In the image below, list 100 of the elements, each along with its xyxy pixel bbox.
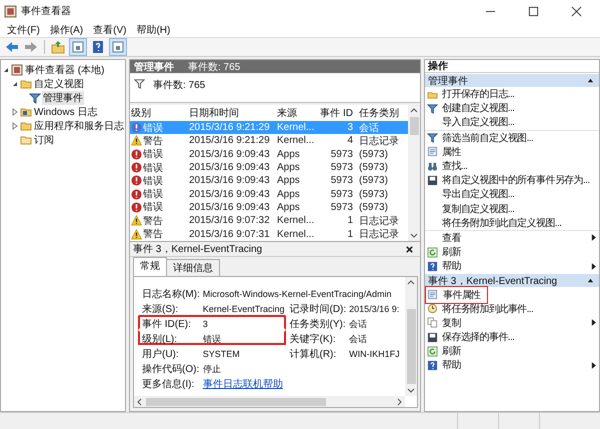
action-item[interactable]: 查看 <box>440 230 591 246</box>
section-header[interactable]: 事件 3，Kernel-EventTracing <box>425 274 599 288</box>
table-cell-text: 日志记录 <box>358 214 400 228</box>
tree-item[interactable]: 事件查看器 (本地) <box>24 63 106 77</box>
section-title: 事件 3，Kernel-EventTracing <box>428 274 558 288</box>
table-cell-text: 日志记录 <box>358 134 400 148</box>
collapsed-arrow-icon[interactable] <box>11 122 19 130</box>
back-arrow-icon[interactable] <box>4 39 20 55</box>
action-item[interactable]: 刷新 <box>440 244 596 260</box>
scroll-thumb[interactable] <box>146 398 326 406</box>
table-cell-text: (5973) <box>358 188 389 200</box>
action-item[interactable]: 帮助 <box>440 258 591 274</box>
scroll-thumb[interactable] <box>410 117 418 135</box>
close-icon[interactable] <box>571 6 582 16</box>
table-cell-text: 5973 <box>330 162 354 174</box>
action-item[interactable]: 将自定义视图中的所有事件另存为... <box>440 172 596 188</box>
scrollbar[interactable] <box>405 277 417 396</box>
action-item[interactable]: 创建自定义视图... <box>440 100 596 116</box>
tree-item[interactable]: Windows 日志 <box>33 105 98 119</box>
table-cell-text: Apps <box>276 175 301 186</box>
event-row[interactable]: 警告 2015/3/16 9:21:29 Kernel... 4 日志记录 <box>130 134 408 148</box>
menu-item[interactable]: 查看(V) <box>88 22 132 36</box>
action-item[interactable]: 事件属性 <box>425 286 488 304</box>
event-row[interactable]: 错误 2015/3/16 9:09:43 Apps 5973 (5973) <box>130 174 408 188</box>
column-header[interactable]: 事件 ID <box>316 106 356 120</box>
scroll-thumb[interactable] <box>406 309 416 384</box>
action-item[interactable]: 将任务附加到此自定义视图... <box>440 214 596 231</box>
expanded-arrow-icon[interactable] <box>2 66 10 74</box>
event-viewer-icon <box>4 4 17 18</box>
folder-icon <box>20 120 32 132</box>
action-item[interactable]: 导入自定义视图... <box>440 114 596 130</box>
tree-item[interactable]: 自定义视图 <box>33 77 85 91</box>
column-header[interactable]: 来源 <box>274 106 316 120</box>
refresh-icon <box>427 346 438 357</box>
field-label: 操作代码(O): <box>142 363 200 376</box>
collapsed-arrow-icon[interactable] <box>11 108 19 116</box>
scrollbar[interactable] <box>408 105 420 241</box>
event-row[interactable]: 错误 2015/3/16 9:09:43 Apps 5973 (5973) <box>130 187 408 201</box>
forward-arrow-icon[interactable] <box>23 39 39 55</box>
event-row[interactable]: 错误 2015/3/16 9:09:43 Apps 5973 (5973) <box>130 160 408 174</box>
tree-item[interactable]: 应用程序和服务日志 <box>33 119 125 133</box>
maximize-icon[interactable] <box>528 6 539 16</box>
action-item[interactable]: 属性 <box>440 144 596 160</box>
folder-up-icon[interactable] <box>50 39 66 55</box>
field-value: 2015/3/16 9: <box>349 304 400 314</box>
action-item[interactable]: 导出自定义视图... <box>440 186 596 202</box>
help-link[interactable]: 事件日志联机帮助 <box>202 377 286 391</box>
tab[interactable]: 详细信息 <box>166 259 220 276</box>
event-row[interactable]: 错误 2015/3/16 9:09:43 Apps 5973 (5973) <box>130 200 408 214</box>
table-cell-text: 5973 <box>330 202 354 213</box>
table-cell-text: 2015/3/16 9:07:31 <box>188 228 271 240</box>
table-cell-text: 5973 <box>330 188 354 200</box>
horizontal-scrollbar[interactable] <box>134 396 405 407</box>
tree-item[interactable]: 管理事件 <box>42 91 84 105</box>
action-item[interactable]: 刷新 <box>440 343 596 360</box>
menu-item[interactable]: 操作(A) <box>44 22 88 36</box>
event-count: 事件数: 765 <box>153 78 206 92</box>
action-item[interactable]: 查找... <box>440 158 596 174</box>
pane-view-icon[interactable] <box>109 38 127 56</box>
pane-view-icon[interactable] <box>69 38 87 56</box>
table-cell-text: 3 <box>346 122 354 134</box>
warning-icon <box>131 215 142 226</box>
tab[interactable]: 常规 <box>133 257 167 276</box>
collapse-arrow-icon[interactable] <box>587 77 594 84</box>
action-item[interactable]: 打开保存的日志... <box>440 86 596 102</box>
table-cell-text: 错误 <box>143 188 163 202</box>
column-header[interactable]: 任务类别 <box>356 106 406 120</box>
column-header[interactable]: 日期和时间 <box>186 106 274 120</box>
table-cell-text: 错误 <box>143 122 163 135</box>
field-value: Microsoft-Windows-Kernel-EventTracing/Admin <box>202 289 393 299</box>
event-row[interactable]: 警告 2015/3/16 9:07:31 Kernel... 1 日志记录 <box>130 227 408 241</box>
table-cell-text: Apps <box>276 202 301 213</box>
action-item[interactable]: 复制自定义视图... <box>440 200 596 217</box>
field-label: 用户(U): <box>142 348 180 361</box>
section-header[interactable]: 管理事件 <box>425 74 599 87</box>
table-cell-text: 会话 <box>358 122 380 135</box>
table-cell-text: 错误 <box>143 174 163 188</box>
tree-item[interactable]: 订阅 <box>33 133 55 147</box>
menu-item[interactable]: 帮助(H) <box>131 22 176 36</box>
column-header[interactable]: 级别 <box>130 106 186 120</box>
field-value: SYSTEM <box>202 349 241 359</box>
help-icon[interactable] <box>90 39 106 55</box>
expanded-arrow-icon[interactable] <box>11 80 19 88</box>
menu-item[interactable]: 文件(F) <box>2 22 45 36</box>
event-row[interactable]: 警告 2015/3/16 9:07:32 Kernel... 1 日志记录 <box>130 214 408 228</box>
field-label: 日志名称(M): <box>142 288 200 301</box>
action-item[interactable]: 复制 <box>440 314 591 331</box>
collapse-arrow-icon[interactable] <box>587 277 594 284</box>
help-icon <box>427 260 438 272</box>
action-item[interactable]: 筛选当前自定义视图... <box>440 130 596 146</box>
field-label: 关键字(K): <box>289 332 337 346</box>
folder-icon <box>20 78 32 90</box>
action-item[interactable]: 帮助 <box>440 357 591 374</box>
filter-icon <box>29 92 41 104</box>
copy-icon <box>427 317 438 328</box>
field-value: 会话 <box>349 318 368 330</box>
event-row[interactable]: 错误 2015/3/16 9:09:43 Apps 5973 (5973) <box>130 148 408 161</box>
table-cell-text: Apps <box>276 188 301 200</box>
close-icon[interactable] <box>405 244 414 254</box>
action-item[interactable]: 保存选择的事件... <box>440 329 596 346</box>
